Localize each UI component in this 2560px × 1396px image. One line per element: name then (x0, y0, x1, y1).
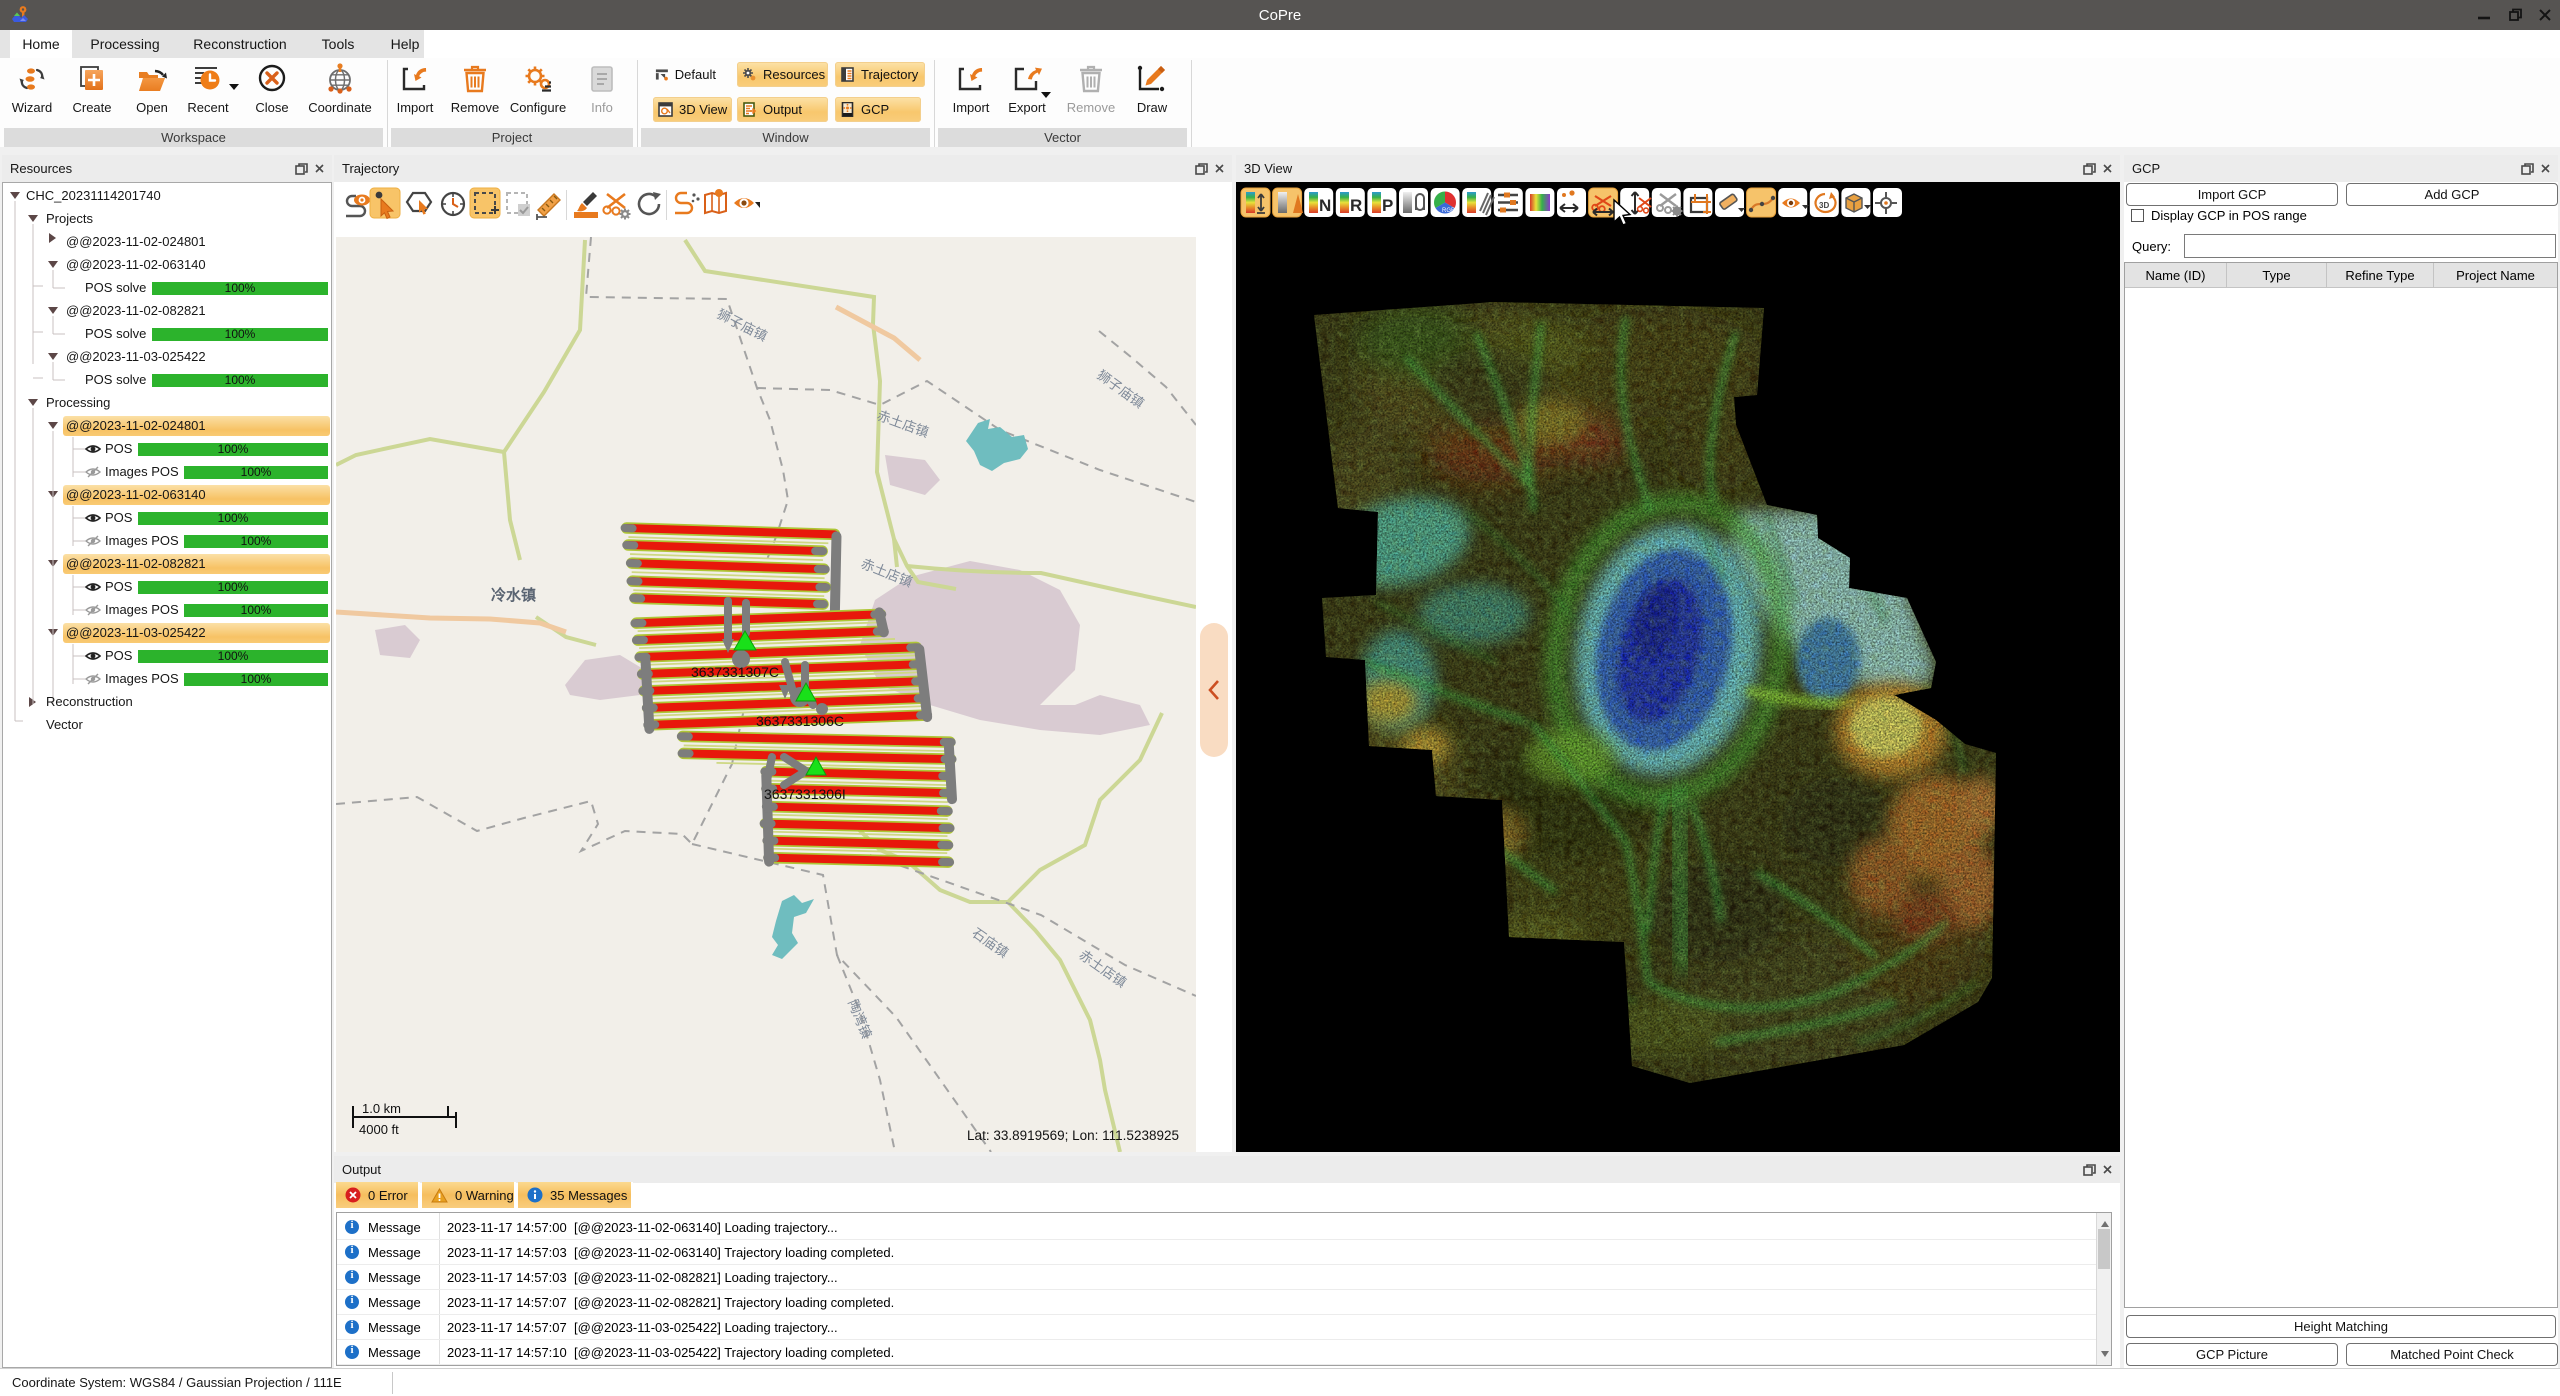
svg-text:N: N (1319, 196, 1331, 215)
svg-text:3637331307C: 3637331307C (691, 664, 779, 680)
svg-text:3D: 3D (1819, 201, 1829, 210)
svg-text:RGB: RGB (1442, 208, 1455, 214)
svg-text:3637331306C: 3637331306C (756, 713, 844, 729)
svg-text:3637331306I: 3637331306I (764, 786, 846, 802)
svg-text:Lat: 33.8919569; Lon: 111.5238: Lat: 33.8919569; Lon: 111.5238925 (967, 1128, 1179, 1143)
svg-text:4000 ft: 4000 ft (359, 1122, 399, 1137)
svg-text:P: P (1382, 196, 1393, 215)
svg-text:冷水镇: 冷水镇 (491, 586, 536, 604)
svg-text:R: R (1350, 196, 1362, 215)
svg-text:1.0 km: 1.0 km (362, 1101, 401, 1116)
